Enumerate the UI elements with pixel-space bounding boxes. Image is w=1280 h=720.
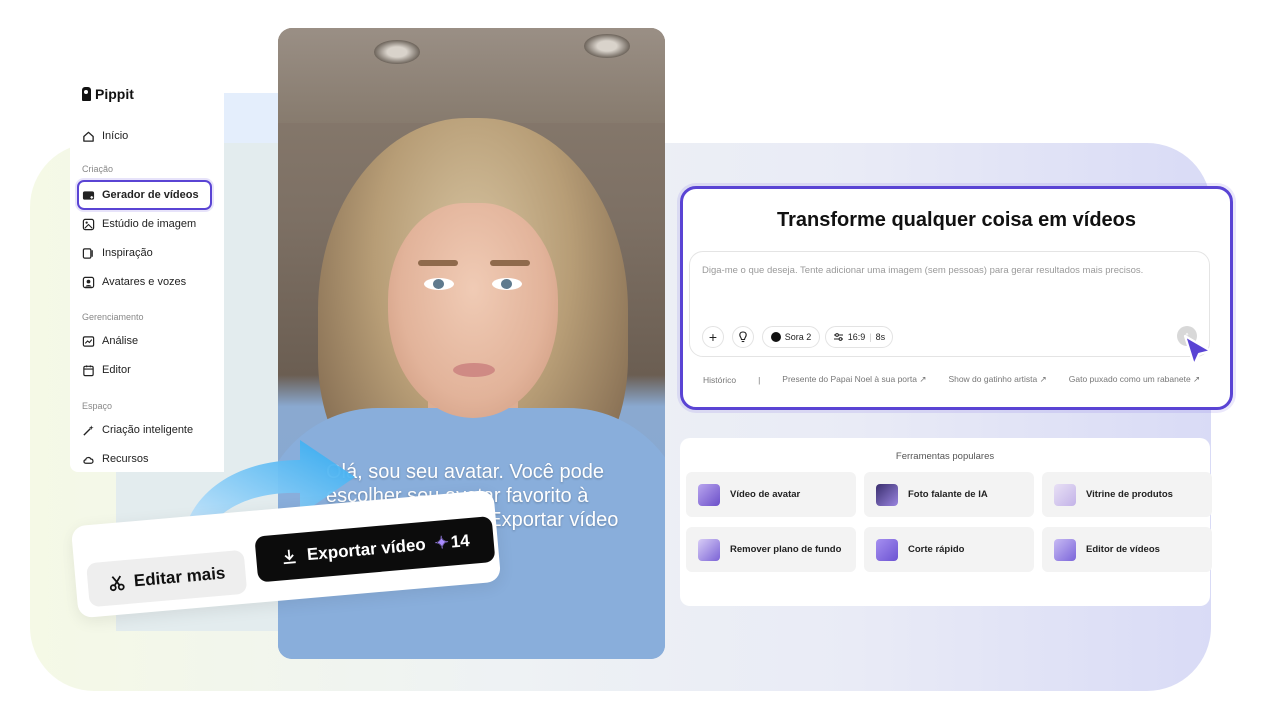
avatar-brow (490, 260, 530, 266)
sidebar-item-image-studio[interactable]: Estúdio de imagem (82, 216, 196, 232)
credit-count: 14 (449, 530, 471, 552)
divider: | (869, 332, 872, 342)
tool-remove-background[interactable]: Remover plano de fundo (686, 527, 856, 572)
sparkle-icon: ✦ (433, 532, 450, 553)
prompt-title: Transforme qualquer coisa em vídeos (776, 209, 1136, 231)
edit-more-label: Editar mais (133, 563, 227, 591)
sidebar-item-label: Estúdio de imagem (102, 218, 197, 230)
export-video-button[interactable]: Exportar vídeo ✦ 14 (254, 515, 496, 583)
tool-quick-cut[interactable]: Corte rápido (864, 527, 1034, 572)
edit-more-button[interactable]: Editar mais (86, 549, 248, 608)
idea-button[interactable] (732, 326, 754, 348)
inspiration-icon (82, 247, 95, 260)
avatar-lips (453, 363, 495, 377)
sidebar-item-label: Recursos (102, 453, 149, 465)
calendar-icon (82, 364, 95, 377)
tool-label: Foto falante de IA (908, 489, 988, 500)
sidebar-item-analytics[interactable]: Análise (82, 333, 138, 349)
brand-name: Pippit (95, 86, 134, 102)
tool-label: Vídeo de avatar (730, 489, 801, 500)
prompt-card: Transforme qualquer coisa em vídeos Diga… (680, 186, 1233, 410)
pippit-logo-icon (82, 87, 91, 101)
talking-photo-thumbnail (876, 483, 898, 506)
sidebar-item-label: Inspiração (102, 247, 153, 259)
history-link[interactable]: Histórico (703, 375, 736, 385)
prompt-input[interactable]: Diga-me o que deseja. Tente adicionar um… (689, 251, 1210, 357)
tool-label: Corte rápido (908, 544, 965, 555)
logo[interactable]: Pippit (82, 86, 134, 102)
suggestion-link[interactable]: Show do gatinho artista ↗ (948, 374, 1046, 385)
sidebar-item-label: Editor (102, 364, 131, 376)
suggestion-row: Histórico | Presente do Papai Noel à sua… (703, 374, 1200, 385)
sidebar-item-label: Início (102, 130, 129, 142)
model-selector[interactable]: Sora 2 (762, 326, 820, 348)
sidebar-item-home[interactable]: Início (82, 128, 128, 144)
video-editor-thumbnail (1054, 538, 1076, 561)
sidebar-item-label: Gerador de vídeos (102, 189, 199, 201)
download-icon (279, 547, 299, 567)
tool-video-editor[interactable]: Editor de vídeos (1042, 527, 1212, 572)
tool-label: Remover plano de fundo (730, 544, 842, 555)
scissors-icon (107, 573, 127, 593)
avatar-eye (424, 278, 454, 290)
remove-background-thumbnail (698, 538, 720, 561)
avatar-video-thumbnail (698, 483, 720, 506)
mouse-cursor-icon (1183, 334, 1213, 367)
sidebar-item-resources[interactable]: Recursos (82, 451, 148, 467)
openai-icon (770, 332, 781, 342)
sidebar-item-video-generator[interactable]: Gerador de vídeos (82, 187, 199, 203)
model-label: Sora 2 (784, 332, 812, 342)
video-settings-selector[interactable]: 16:9 | 8s (825, 326, 893, 348)
product-showcase-thumbnail (1054, 483, 1076, 506)
aspect-ratio-label: 16:9 (847, 332, 866, 342)
cloud-icon (82, 453, 95, 466)
sidebar-item-label: Avatares e vozes (102, 276, 187, 288)
avatar-icon (82, 276, 95, 289)
tool-talking-photo[interactable]: Foto falante de IA (864, 472, 1034, 517)
tool-avatar-video[interactable]: Vídeo de avatar (686, 472, 856, 517)
export-video-label: Exportar vídeo (306, 534, 427, 565)
magic-wand-icon (82, 424, 95, 437)
quick-cut-thumbnail (876, 538, 898, 561)
tool-product-showcase[interactable]: Vitrine de produtos (1042, 472, 1212, 517)
sidebar: Pippit Início Criação Gerador de vídeos … (70, 72, 224, 472)
popular-tools-card: Ferramentas populares Vídeo de avatar Fo… (680, 438, 1212, 606)
home-icon (82, 130, 95, 143)
video-generator-icon (82, 189, 95, 202)
analytics-icon (82, 335, 95, 348)
lightbulb-icon (738, 331, 748, 343)
avatar-eye (492, 278, 522, 290)
section-label-management: Gerenciamento (82, 312, 144, 322)
add-attachment-button[interactable]: + (702, 326, 724, 348)
sidebar-item-inspiration[interactable]: Inspiração (82, 245, 153, 261)
plus-icon: + (708, 329, 718, 345)
credit-badge: ✦ 14 (434, 531, 471, 554)
sidebar-item-avatars-voices[interactable]: Avatares e vozes (82, 274, 186, 290)
section-label-creation: Criação (82, 164, 114, 174)
avatar-brow (418, 260, 458, 266)
prompt-placeholder: Diga-me o que deseja. Tente adicionar um… (702, 265, 1144, 276)
ceiling-light (584, 34, 630, 58)
suggestion-link[interactable]: Gato puxado como um rabanete ↗ (1069, 374, 1200, 385)
ceiling-light (374, 40, 420, 64)
separator: | (758, 374, 761, 385)
section-label-space: Espaço (82, 401, 113, 411)
popular-tools-title: Ferramentas populares (895, 451, 995, 462)
avatar-face (388, 203, 558, 418)
background-accent (224, 93, 280, 143)
tool-label: Editor de vídeos (1086, 544, 1160, 555)
sliders-icon (833, 332, 844, 342)
suggestion-link[interactable]: Presente do Papai Noel à sua porta ↗ (782, 374, 926, 385)
image-studio-icon (82, 218, 95, 231)
duration-label: 8s (875, 332, 886, 342)
sidebar-item-editor[interactable]: Editor (82, 362, 131, 378)
sidebar-item-label: Análise (102, 335, 139, 347)
tool-label: Vitrine de produtos (1086, 489, 1173, 500)
